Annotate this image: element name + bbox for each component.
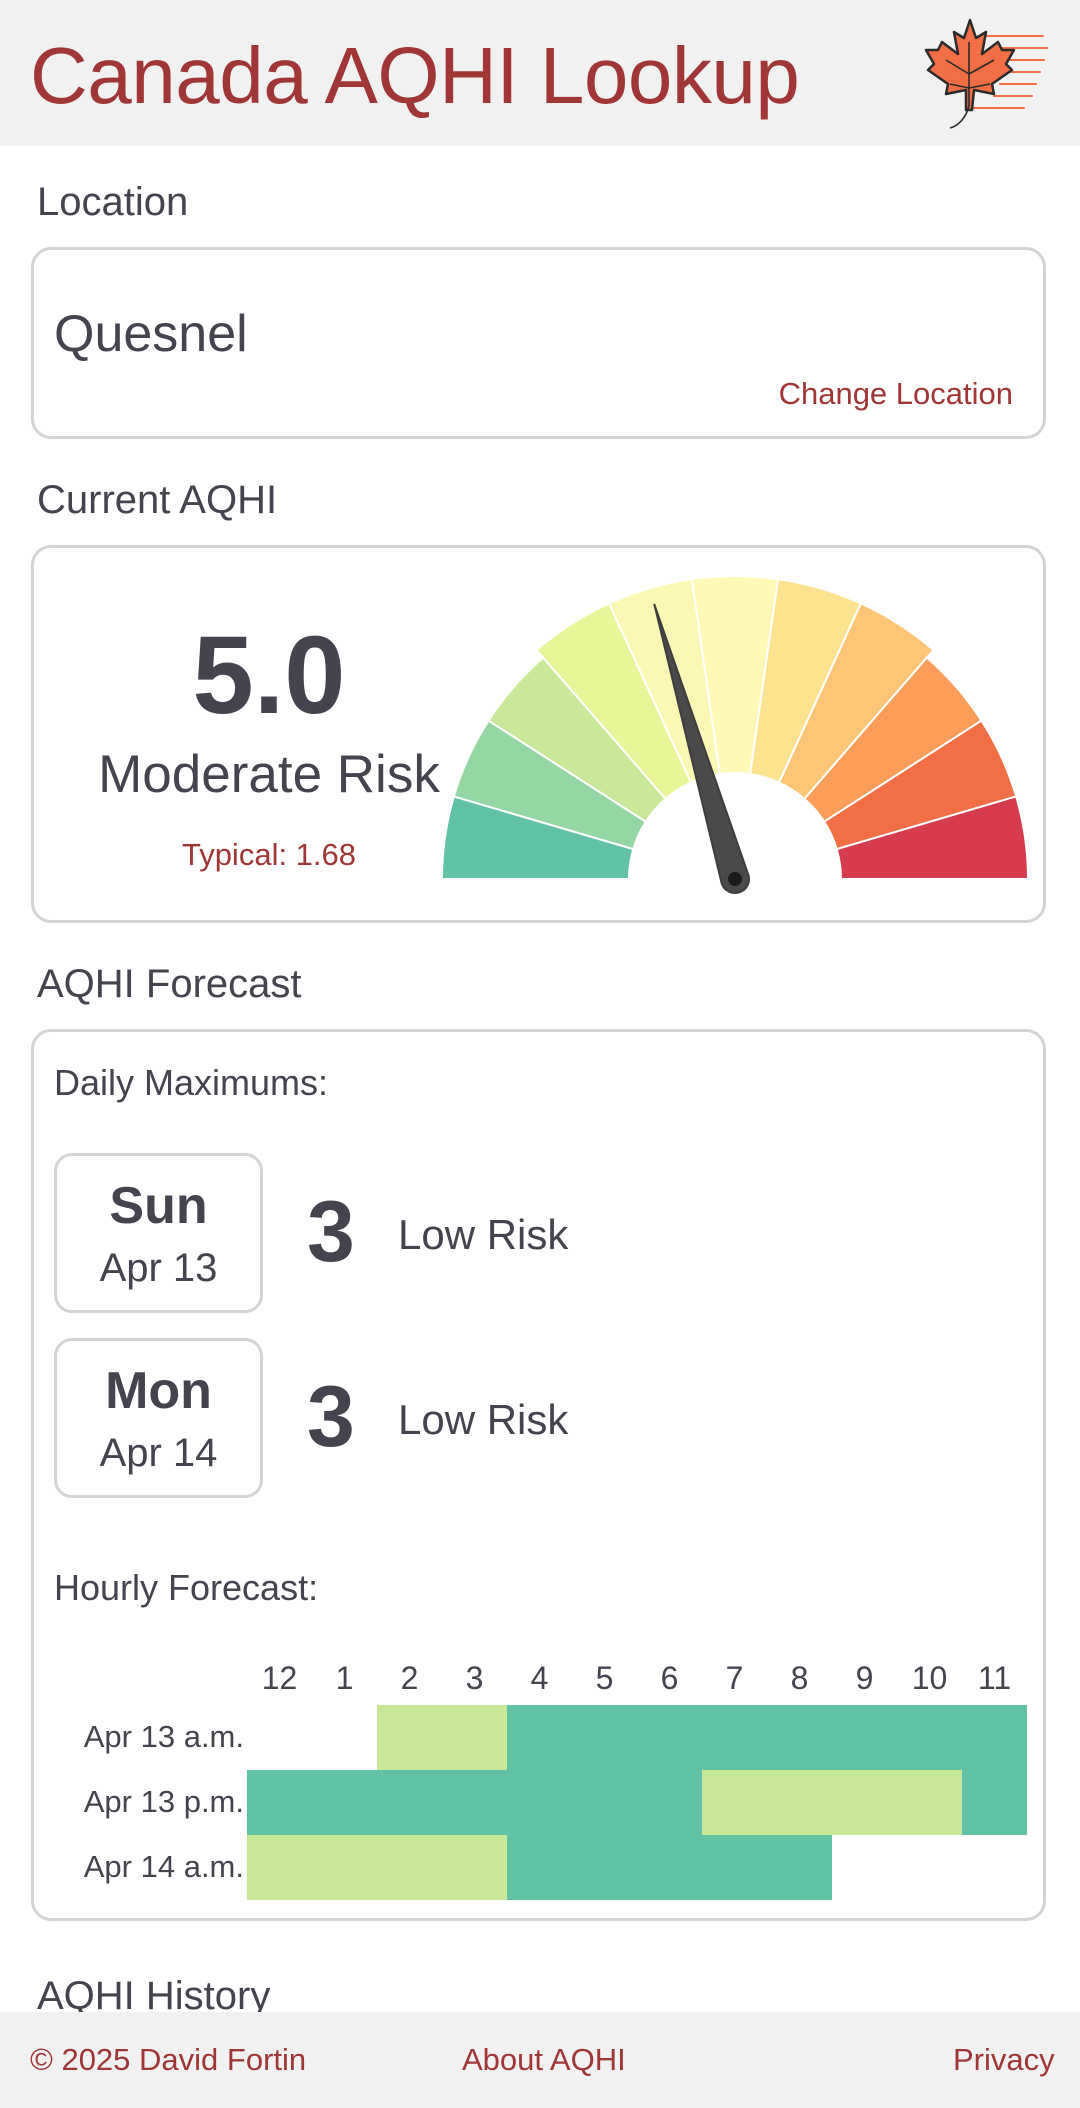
- hour-label: 6: [660, 1660, 679, 1696]
- hourly-cell: [962, 1705, 1027, 1770]
- day-risk-label: Low Risk: [398, 1211, 569, 1258]
- hourly-cell: [507, 1770, 572, 1835]
- hourly-cell: [702, 1705, 767, 1770]
- forecast-card: Daily Maximums: Sun Apr 13 3 Low Risk Mo…: [31, 1029, 1046, 1921]
- hourly-cell: [377, 1705, 442, 1770]
- hourly-cell: [897, 1705, 962, 1770]
- about-aqhi-link[interactable]: About AQHI: [462, 2040, 626, 2080]
- hourly-cell: [442, 1770, 507, 1835]
- hourly-cell: [247, 1770, 312, 1835]
- hourly-forecast-label: Hourly Forecast:: [54, 1567, 319, 1608]
- hourly-cell: [442, 1835, 507, 1900]
- hour-label: 2: [400, 1660, 419, 1696]
- hourly-cell: [312, 1770, 377, 1835]
- hourly-cell: [637, 1705, 702, 1770]
- hour-label: 9: [855, 1660, 874, 1696]
- hour-label: 10: [911, 1660, 948, 1696]
- hourly-cell: [702, 1835, 767, 1900]
- location-card: Quesnel Change Location: [31, 247, 1046, 439]
- privacy-link[interactable]: Privacy: [953, 2040, 1055, 2080]
- forecast-section-title: AQHI Forecast: [37, 962, 302, 1006]
- current-aqhi-section-title: Current AQHI: [37, 478, 278, 522]
- page-footer: © 2025 David Fortin About AQHI Privacy: [0, 2012, 1080, 2108]
- day-card-mon: Mon Apr 14: [54, 1338, 263, 1498]
- daily-maximums-label: Daily Maximums:: [54, 1062, 329, 1103]
- hourly-cell: [767, 1705, 832, 1770]
- day-name: Sun: [109, 1177, 208, 1235]
- hour-label: 11: [977, 1660, 1012, 1696]
- hourly-cell: [767, 1835, 832, 1900]
- app-header: Canada AQHI Lookup: [0, 0, 1080, 146]
- location-name: Quesnel: [54, 305, 248, 363]
- hourly-cell: [637, 1835, 702, 1900]
- hourly-cell: [767, 1770, 832, 1835]
- location-section-title: Location: [37, 180, 189, 224]
- current-aqhi-card: 5.0 Moderate Risk Typical: 1.68: [31, 545, 1046, 923]
- hour-label: 12: [261, 1660, 298, 1696]
- day-date: Apr 14: [99, 1431, 218, 1475]
- day-max-value: 3: [307, 1369, 355, 1465]
- hourly-cell: [507, 1705, 572, 1770]
- hourly-cell: [377, 1770, 442, 1835]
- hourly-cell: [572, 1770, 637, 1835]
- hour-label: 3: [465, 1660, 484, 1696]
- change-location-link[interactable]: Change Location: [779, 374, 1013, 414]
- hourly-row-label: Apr 13 p.m.: [83, 1784, 244, 1819]
- hourly-cell: [897, 1770, 962, 1835]
- hour-label: 5: [595, 1660, 614, 1696]
- hourly-cell: [962, 1770, 1027, 1835]
- day-card-sun: Sun Apr 13: [54, 1153, 263, 1313]
- gauge-hub: [728, 872, 742, 886]
- hourly-cell: [702, 1770, 767, 1835]
- hourly-cell: [312, 1835, 377, 1900]
- day-date: Apr 13: [99, 1246, 218, 1290]
- hourly-cell: [442, 1705, 507, 1770]
- hour-label: 4: [530, 1660, 549, 1696]
- app-title: Canada AQHI Lookup: [30, 31, 800, 120]
- hour-label: 8: [790, 1660, 809, 1696]
- hourly-row-label: Apr 14 a.m.: [83, 1849, 244, 1884]
- day-risk-label: Low Risk: [398, 1396, 569, 1443]
- hourly-cell: [572, 1835, 637, 1900]
- hourly-cell: [247, 1835, 312, 1900]
- hourly-cell: [572, 1705, 637, 1770]
- day-max-value: 3: [307, 1184, 355, 1280]
- hourly-row-label: Apr 13 a.m.: [83, 1719, 244, 1754]
- day-name: Mon: [105, 1362, 212, 1420]
- hour-label: 7: [725, 1660, 744, 1696]
- hour-label: 1: [335, 1660, 354, 1696]
- hourly-cell: [507, 1835, 572, 1900]
- copyright-link[interactable]: © 2025 David Fortin: [30, 2040, 306, 2080]
- hourly-cell: [832, 1770, 897, 1835]
- hourly-cell: [832, 1705, 897, 1770]
- maple-leaf-icon: [924, 18, 1048, 129]
- hourly-cell: [637, 1770, 702, 1835]
- hourly-cell: [377, 1835, 442, 1900]
- aqhi-gauge: [440, 575, 1030, 894]
